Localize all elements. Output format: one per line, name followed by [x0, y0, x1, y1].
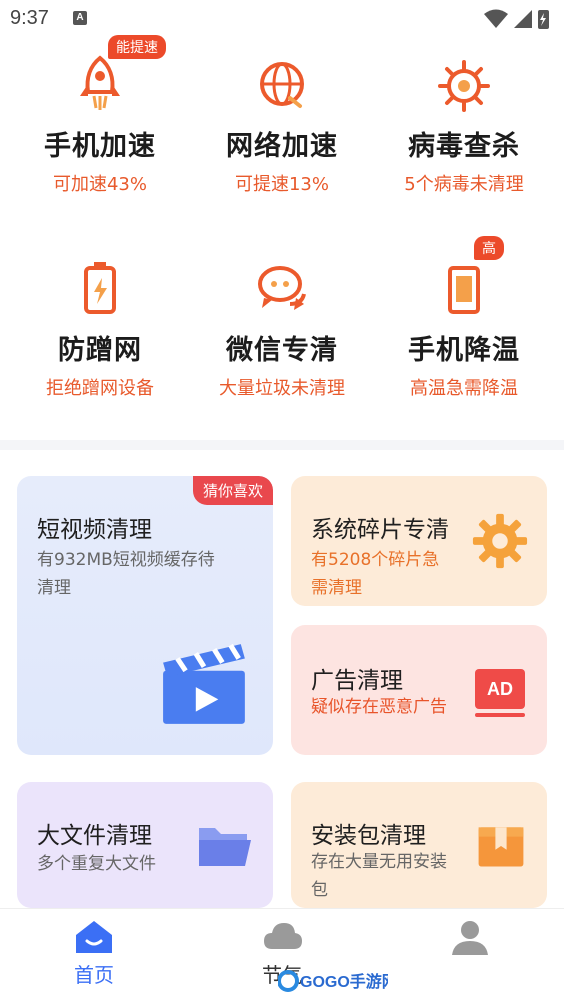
tool-phone-boost[interactable]: 手机加速 可加速43% 能提速 [10, 35, 190, 202]
card-ad-clean[interactable]: 广告清理 疑似存在恶意广告 AD [291, 625, 547, 755]
tool-subtitle: 拒绝蹭网设备 [46, 378, 154, 399]
card-subtitle: 多个重复大文件 [37, 854, 156, 874]
nav-label: 首页 [74, 963, 114, 987]
package-icon [478, 827, 524, 867]
nav-home[interactable]: 首页 [0, 909, 188, 1004]
chat-icon [258, 266, 306, 310]
card-big-files[interactable]: 大文件清理 多个重复大文件 [17, 782, 273, 908]
tool-subtitle: 5个病毒未清理 [404, 174, 524, 195]
tool-title: 防蹭网 [58, 335, 142, 366]
tool-subtitle: 高温急需降温 [410, 378, 518, 399]
rocket-icon [80, 55, 120, 110]
ad-icon-underline [475, 713, 525, 717]
card-subtitle: 有932MB短视频缓存待 清理 [37, 550, 215, 598]
watermark-logo-icon: GOGO手游网 [277, 970, 398, 992]
section-divider [0, 440, 564, 450]
status-time: 9:37 [10, 7, 49, 29]
wifi-icon [484, 9, 508, 28]
card-subtitle: 有5208个碎片急 需清理 [311, 550, 440, 598]
watermark: GOGO手游网 [277, 966, 398, 996]
tool-subtitle: 大量垃圾未清理 [219, 378, 345, 399]
card-system-fragments[interactable]: 系统碎片专清 有5208个碎片急 需清理 [291, 476, 547, 606]
card-short-video[interactable]: 短视频清理 有932MB短视频缓存待 清理 猜你喜欢 [17, 476, 273, 755]
gear-icon [472, 513, 528, 569]
card-title: 安装包清理 [311, 823, 426, 849]
card-subtitle: 存在大量无用安装 包 [311, 852, 447, 900]
home-icon [76, 921, 112, 953]
tool-anti-leech[interactable]: 防蹭网 拒绝蹭网设备 [10, 246, 190, 406]
battery-icon [84, 262, 116, 314]
tool-title: 网络加速 [226, 131, 338, 162]
status-bar: 9:37 A [0, 0, 564, 38]
phone-cool-icon [448, 266, 480, 314]
tool-subtitle: 可提速13% [234, 174, 329, 195]
tag-badge: 能提速 [108, 35, 166, 59]
ad-icon: AD [475, 669, 525, 709]
card-title: 短视频清理 [37, 517, 152, 543]
globe-icon [260, 62, 304, 108]
card-title: 大文件清理 [37, 823, 152, 849]
virus-icon [438, 60, 490, 112]
clapperboard-icon [163, 643, 245, 724]
status-icons [484, 9, 549, 29]
tool-title: 微信专清 [226, 335, 338, 366]
card-subtitle: 疑似存在恶意广告 [311, 697, 447, 717]
tag-badge: 高 [474, 236, 504, 260]
notification-a-icon: A [73, 11, 87, 25]
tool-title: 手机加速 [44, 131, 156, 162]
tool-subtitle: 可加速43% [52, 174, 147, 195]
nav-profile[interactable] [376, 909, 564, 1004]
card-title: 系统碎片专清 [311, 517, 449, 543]
tool-wechat-clean[interactable]: 微信专清 大量垃圾未清理 [192, 246, 372, 406]
tool-title: 病毒查杀 [408, 131, 520, 162]
cloud-icon [264, 923, 302, 949]
card-apk-clean[interactable]: 安装包清理 存在大量无用安装 包 [291, 782, 547, 908]
tool-phone-cool[interactable]: 手机降温 高温急需降温 高 [374, 236, 554, 406]
profile-icon [452, 921, 488, 955]
svg-text:GOGO手游网: GOGO手游网 [300, 972, 388, 991]
folder-icon [199, 828, 251, 866]
tool-title: 手机降温 [408, 335, 520, 366]
tool-virus-scan[interactable]: 病毒查杀 5个病毒未清理 [374, 42, 554, 202]
guess-you-like-badge: 猜你喜欢 [192, 476, 273, 505]
card-title: 广告清理 [311, 668, 403, 694]
signal-icon [514, 10, 532, 28]
tool-network-boost[interactable]: 网络加速 可提速13% [192, 42, 372, 202]
